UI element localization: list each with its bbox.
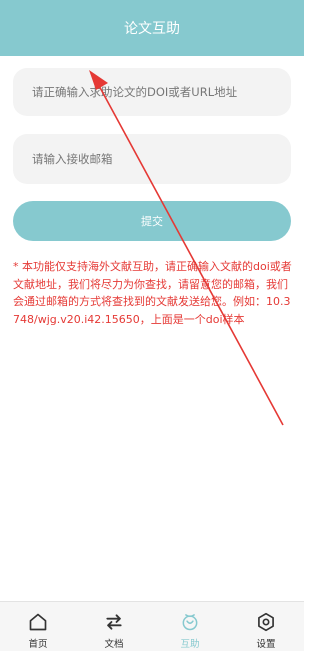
submit-button[interactable]: 提交 bbox=[13, 201, 291, 241]
help-icon bbox=[182, 614, 198, 631]
tab-settings-label: 设置 bbox=[256, 639, 276, 650]
tab-home-label: 首页 bbox=[28, 639, 48, 650]
swap-arrows-icon bbox=[106, 614, 122, 630]
tab-home[interactable]: 首页 bbox=[0, 602, 76, 651]
page-title: 论文互助 bbox=[124, 21, 180, 37]
tab-help[interactable]: 互助 bbox=[152, 602, 228, 651]
submit-label: 提交 bbox=[141, 215, 163, 228]
settings-icon bbox=[258, 612, 274, 632]
email-field[interactable]: 请输入接收邮箱 bbox=[13, 134, 291, 184]
email-placeholder: 请输入接收邮箱 bbox=[32, 152, 113, 166]
doi-placeholder: 请正确输入求助论文的DOI或者URL地址 bbox=[32, 85, 238, 99]
tab-help-label: 互助 bbox=[180, 639, 200, 650]
bottom-tab-bar: 首页 文档 互助 设置 bbox=[0, 601, 304, 651]
tab-settings[interactable]: 设置 bbox=[228, 602, 304, 651]
home-icon bbox=[29, 613, 47, 631]
tab-documents[interactable]: 文档 bbox=[76, 602, 152, 651]
tab-documents-label: 文档 bbox=[104, 639, 124, 650]
doi-input[interactable]: 请正确输入求助论文的DOI或者URL地址 bbox=[13, 68, 291, 116]
page-header: 论文互助 bbox=[0, 0, 304, 56]
notice-text: * 本功能仅支持海外文献互助，请正确输入文献的doi或者文献地址，我们将尽力为你… bbox=[13, 260, 292, 326]
